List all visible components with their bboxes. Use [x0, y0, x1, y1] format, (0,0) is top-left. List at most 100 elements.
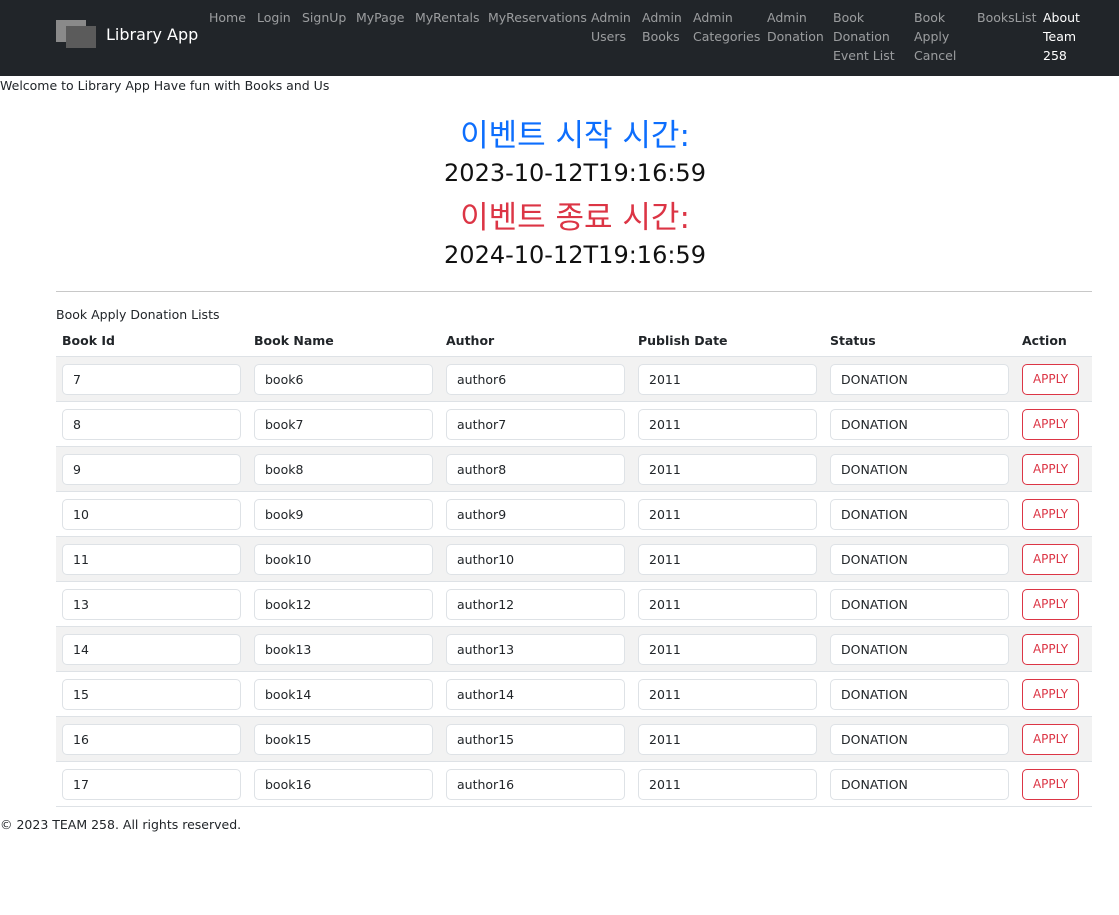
- book-name-field[interactable]: [254, 408, 433, 440]
- table-cell: [440, 356, 632, 402]
- status-field[interactable]: [830, 633, 1009, 665]
- publish-date-field[interactable]: [638, 408, 817, 440]
- apply-button[interactable]: APPLY: [1022, 678, 1079, 710]
- table-cell: [248, 356, 440, 402]
- table-row: APPLY: [56, 761, 1092, 807]
- brand-name: Library App: [106, 24, 199, 44]
- table-cell: [824, 581, 1016, 627]
- nav-item-admin-categories[interactable]: Admin Categories: [693, 8, 760, 46]
- table-cell: [56, 446, 248, 492]
- publish-date-field[interactable]: [638, 453, 817, 485]
- book-id-field[interactable]: [62, 453, 241, 485]
- publish-date-field[interactable]: [638, 588, 817, 620]
- book-id-field[interactable]: [62, 678, 241, 710]
- nav-item-admin-donation[interactable]: Admin Donation: [767, 8, 824, 46]
- author-field[interactable]: [446, 453, 625, 485]
- table-cell: APPLY: [1016, 581, 1092, 627]
- apply-button[interactable]: APPLY: [1022, 768, 1079, 800]
- book-id-field[interactable]: [62, 768, 241, 800]
- book-name-field[interactable]: [254, 543, 433, 575]
- table-row: APPLY: [56, 446, 1092, 492]
- nav-item-book-apply-cancel[interactable]: Book Apply Cancel: [914, 8, 956, 65]
- book-name-field[interactable]: [254, 723, 433, 755]
- table-cell: [632, 446, 824, 492]
- author-field[interactable]: [446, 588, 625, 620]
- apply-button[interactable]: APPLY: [1022, 633, 1079, 665]
- nav-item-signup[interactable]: SignUp: [302, 8, 346, 27]
- author-field[interactable]: [446, 768, 625, 800]
- event-start-label: 이벤트 시작 시간:: [460, 118, 690, 154]
- table-cell: [632, 401, 824, 447]
- publish-date-field[interactable]: [638, 498, 817, 530]
- apply-button[interactable]: APPLY: [1022, 588, 1079, 620]
- book-id-field[interactable]: [62, 588, 241, 620]
- table-cell: APPLY: [1016, 446, 1092, 492]
- apply-button[interactable]: APPLY: [1022, 408, 1079, 440]
- nav-item-myrentals[interactable]: MyRentals: [415, 8, 479, 27]
- apply-button[interactable]: APPLY: [1022, 498, 1079, 530]
- book-name-field[interactable]: [254, 363, 433, 395]
- status-field[interactable]: [830, 543, 1009, 575]
- apply-button[interactable]: APPLY: [1022, 543, 1079, 575]
- book-id-field[interactable]: [62, 498, 241, 530]
- book-name-field[interactable]: [254, 633, 433, 665]
- author-field[interactable]: [446, 408, 625, 440]
- publish-date-field[interactable]: [638, 543, 817, 575]
- book-id-field[interactable]: [62, 363, 241, 395]
- author-field[interactable]: [446, 543, 625, 575]
- nav-item-mypage[interactable]: MyPage: [356, 8, 404, 27]
- book-name-field[interactable]: [254, 678, 433, 710]
- table-row: APPLY: [56, 401, 1092, 447]
- book-id-field[interactable]: [62, 408, 241, 440]
- nav-item-book-donation-event-list[interactable]: Book Donation Event List: [833, 8, 895, 65]
- table-cell: [440, 401, 632, 447]
- publish-date-field[interactable]: [638, 363, 817, 395]
- publish-date-field[interactable]: [638, 678, 817, 710]
- event-end-label: 이벤트 종료 시간:: [460, 200, 690, 236]
- author-field[interactable]: [446, 678, 625, 710]
- status-field[interactable]: [830, 408, 1009, 440]
- nav-item-login[interactable]: Login: [257, 8, 291, 27]
- book-name-field[interactable]: [254, 498, 433, 530]
- book-name-field[interactable]: [254, 588, 433, 620]
- nav-item-home[interactable]: Home: [209, 8, 246, 27]
- nav-item-myreservations[interactable]: MyReservations: [488, 8, 587, 27]
- apply-button[interactable]: APPLY: [1022, 363, 1079, 395]
- status-field[interactable]: [830, 588, 1009, 620]
- event-start-time: 2023-10-12T19:16:59: [444, 159, 706, 187]
- header-author: Author: [440, 328, 632, 357]
- author-field[interactable]: [446, 363, 625, 395]
- author-field[interactable]: [446, 633, 625, 665]
- nav-item-about-team[interactable]: About Team 258: [1043, 8, 1080, 65]
- book-name-field[interactable]: [254, 768, 433, 800]
- brand-link[interactable]: Library App: [56, 20, 198, 48]
- welcome-message: Welcome to Library App Have fun with Boo…: [0, 78, 330, 93]
- table-cell: [248, 491, 440, 537]
- status-field[interactable]: [830, 723, 1009, 755]
- status-field[interactable]: [830, 453, 1009, 485]
- publish-date-field[interactable]: [638, 633, 817, 665]
- header-publish-date: Publish Date: [632, 328, 824, 357]
- author-field[interactable]: [446, 498, 625, 530]
- book-id-field[interactable]: [62, 633, 241, 665]
- publish-date-field[interactable]: [638, 723, 817, 755]
- table-cell: [440, 626, 632, 672]
- status-field[interactable]: [830, 768, 1009, 800]
- book-id-field[interactable]: [62, 543, 241, 575]
- table-cell: [248, 401, 440, 447]
- author-field[interactable]: [446, 723, 625, 755]
- library-logo-icon: [56, 20, 96, 48]
- apply-button[interactable]: APPLY: [1022, 453, 1079, 485]
- status-field[interactable]: [830, 498, 1009, 530]
- book-name-field[interactable]: [254, 453, 433, 485]
- nav-item-bookslist[interactable]: BooksList: [977, 8, 1036, 27]
- status-field[interactable]: [830, 678, 1009, 710]
- apply-button[interactable]: APPLY: [1022, 723, 1079, 755]
- table-cell: [56, 401, 248, 447]
- publish-date-field[interactable]: [638, 768, 817, 800]
- nav-item-admin-books[interactable]: Admin Books: [642, 8, 682, 46]
- nav-item-admin-users[interactable]: Admin Users: [591, 8, 631, 46]
- status-field[interactable]: [830, 363, 1009, 395]
- book-id-field[interactable]: [62, 723, 241, 755]
- table-cell: [56, 581, 248, 627]
